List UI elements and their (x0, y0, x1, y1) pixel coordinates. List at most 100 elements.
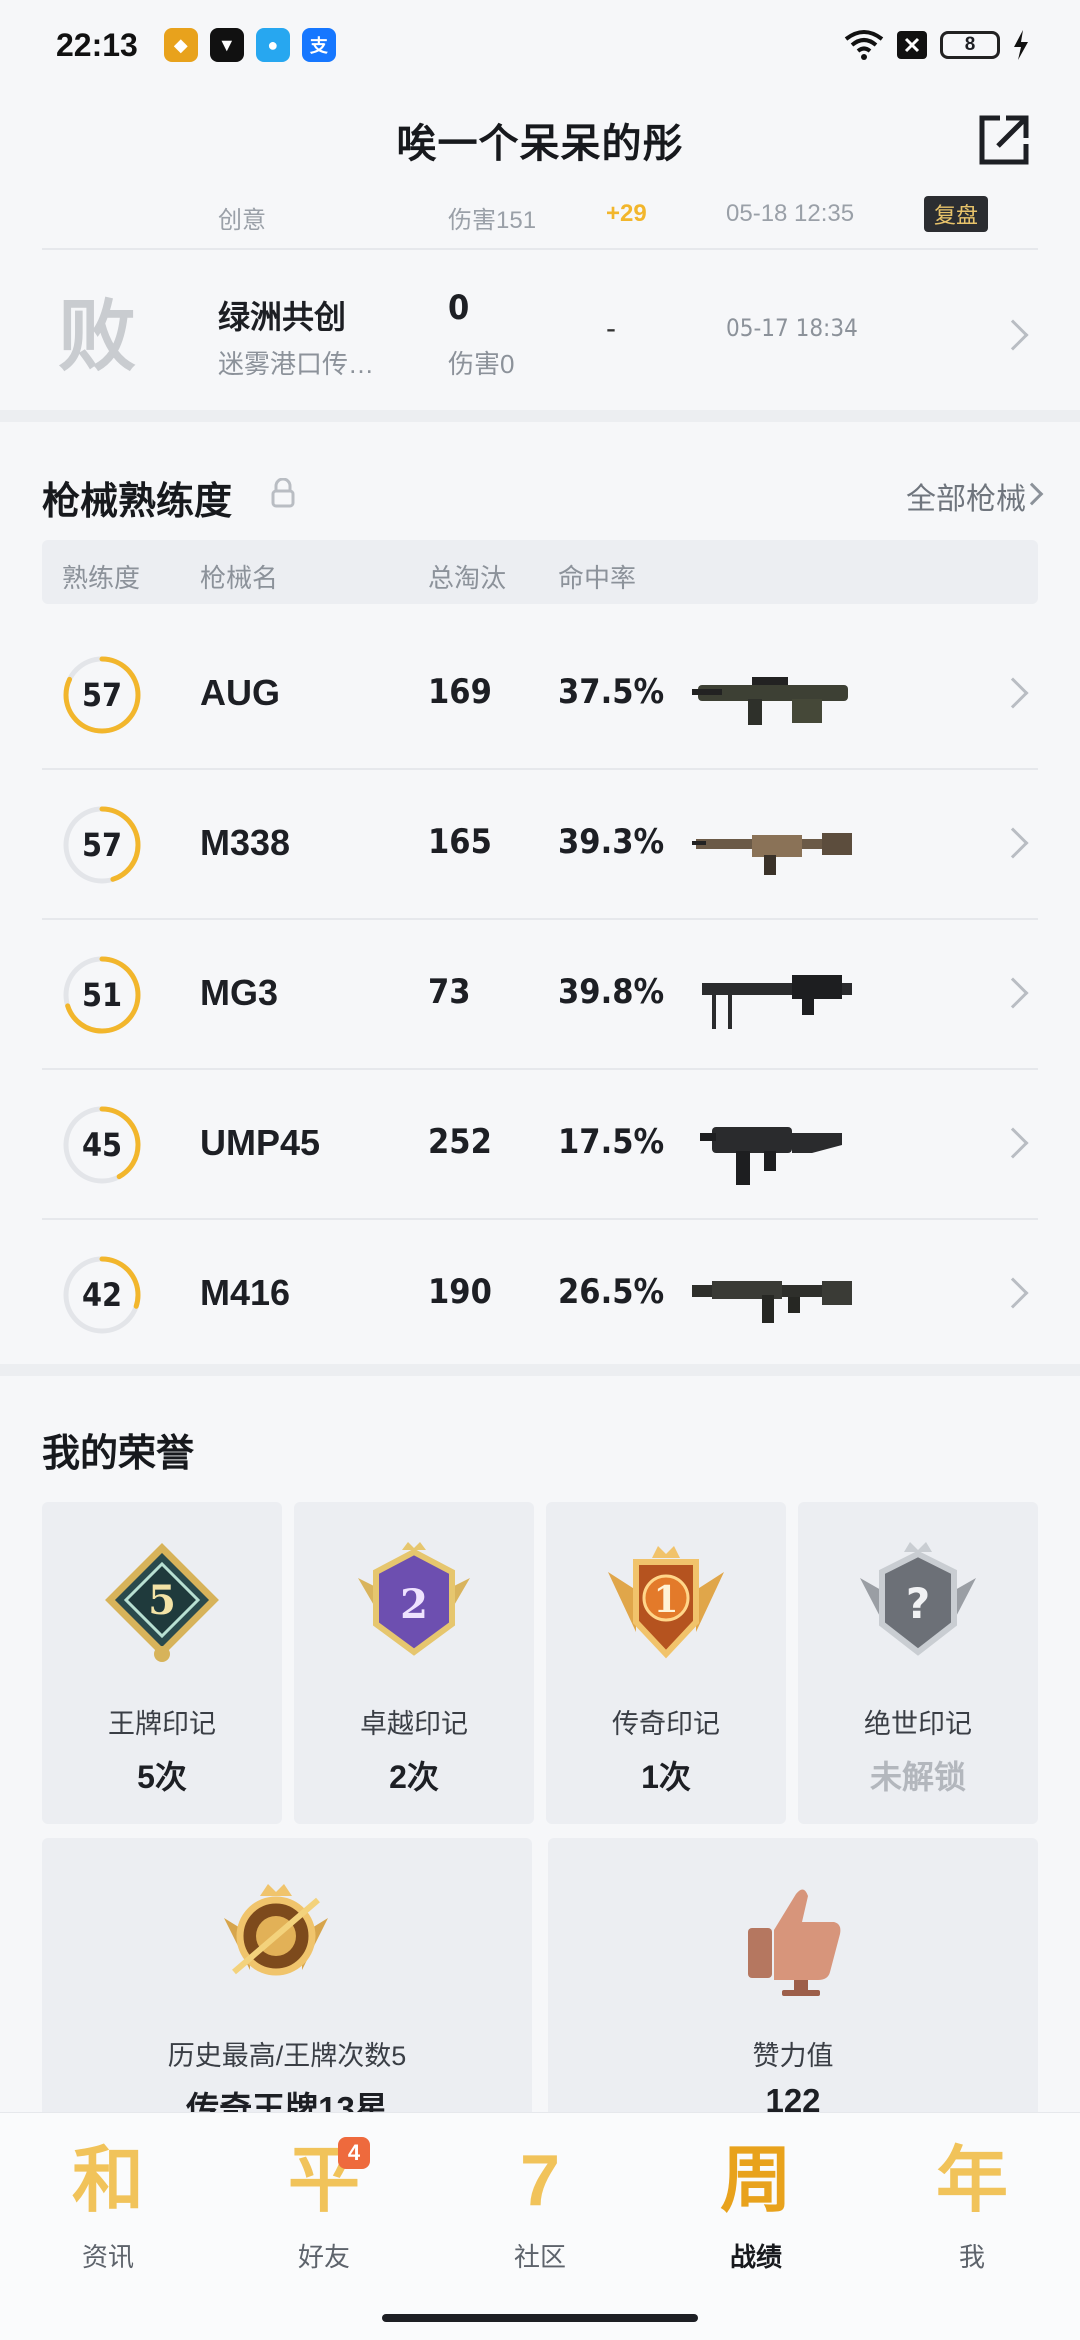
battery-indicator: 8 (940, 31, 1000, 59)
weapon-row-mg3[interactable]: 51 MG3 73 39.8% (42, 920, 1038, 1070)
game-app-icon: ◆ (163, 28, 198, 62)
nav-tab-friends[interactable]: 平 4 好友 (254, 2137, 394, 2307)
match-row-partial[interactable]: 创意 伤害151 +29 05-18 12:35 复盘 (42, 190, 1038, 250)
weapon-row-ump45[interactable]: 45 UMP45 252 17.5% (42, 1070, 1038, 1220)
match-row[interactable]: 败 绿洲共创 迷雾港口传… 0 伤害0 - 05-17 18:34 (42, 262, 1038, 410)
weapon-image-icon (692, 1281, 852, 1323)
weapon-image-icon (702, 975, 852, 1029)
nav-label: 社区 (513, 2242, 566, 2272)
honor-count: 2次 (389, 1759, 439, 1795)
community-tab-icon: 7 (519, 2141, 561, 2221)
page-header: 唉一个呆呆的彤 (0, 90, 1080, 190)
chevron-right-icon (997, 977, 1029, 1009)
honor-count: 5次 (137, 1759, 187, 1795)
weapon-accuracy: 26.5% (558, 1272, 665, 1312)
honor-count: 未解锁 (869, 1759, 966, 1795)
home-indicator[interactable] (382, 2314, 698, 2322)
chevron-right-icon (997, 677, 1029, 709)
likes-card[interactable]: 赞力值 122 (548, 1838, 1038, 2138)
page-title: 唉一个呆呆的彤 (396, 122, 684, 166)
nav-tab-news[interactable]: 和 资讯 (38, 2137, 178, 2307)
section-divider (0, 1364, 1080, 1376)
crown-ace-emblem-icon (224, 1884, 328, 1976)
ace-emblem-icon: 5 (105, 1543, 219, 1662)
weapon-row-m416[interactable]: 42 M416 190 26.5% (42, 1220, 1038, 1370)
highest-rank-label: 历史最高/王牌次数5 (167, 2041, 407, 2071)
match-map: 迷雾港口传… (218, 349, 375, 379)
match-map-partial: 创意 (218, 207, 266, 234)
weapon-accuracy: 39.3% (558, 822, 665, 862)
nav-tab-me[interactable]: 年 我 (902, 2137, 1042, 2307)
honor-label: 卓越印记 (360, 1709, 468, 1739)
lock-icon (271, 478, 295, 508)
match-rating-delta: - (606, 312, 616, 345)
thumbs-up-icon (748, 1889, 841, 1996)
svg-text:?: ? (906, 1579, 930, 1628)
match-time-partial: 05-18 12:35 (726, 200, 855, 227)
charging-bolt-icon (1014, 30, 1028, 60)
excellence-emblem-icon: 2 (358, 1542, 470, 1656)
weapon-name: AUG (200, 672, 280, 713)
weapon-row-m338[interactable]: 57 M338 165 39.3% (42, 770, 1038, 920)
weapon-name: MG3 (200, 972, 279, 1013)
weapon-kills: 73 (428, 972, 471, 1012)
weapon-image-icon (692, 833, 852, 875)
match-history: 创意 伤害151 +29 05-18 12:35 复盘 败 绿洲共创 迷雾港口传… (0, 190, 1080, 410)
weapon-name: UMP45 (200, 1122, 321, 1163)
match-damage-partial: 伤害151 (448, 207, 537, 234)
weapon-image-icon (700, 1127, 842, 1185)
weapon-kills: 165 (428, 822, 492, 862)
nav-label: 好友 (297, 2242, 350, 2272)
svg-text:1: 1 (653, 1579, 678, 1621)
status-bar: 22:13 ◆ ▼ ● 支 8 (0, 0, 1080, 90)
svg-text:5: 5 (148, 1577, 176, 1624)
section-divider (0, 410, 1080, 422)
replay-tag[interactable]: 复盘 (924, 196, 989, 232)
weapon-accuracy: 37.5% (558, 672, 665, 712)
weapon-image-icon (692, 677, 848, 725)
match-damage: 伤害0 (448, 349, 515, 379)
match-delta-partial: +29 (606, 200, 647, 227)
honor-count: 1次 (641, 1759, 691, 1795)
nav-tab-record[interactable]: 周 战绩 (686, 2137, 826, 2307)
honor-label: 绝世印记 (864, 1709, 972, 1739)
match-mode: 绿洲共创 (218, 299, 347, 335)
news-tab-icon: 和 (71, 2141, 144, 2221)
match-time: 05-17 18:34 (726, 314, 858, 342)
likes-label: 赞力值 (752, 2041, 834, 2071)
honor-card-excellence[interactable]: 2 卓越印记 2次 (294, 1502, 534, 1824)
weapon-accuracy: 17.5% (558, 1122, 665, 1162)
nav-label: 我 (958, 2242, 985, 2272)
weapon-name: M416 (200, 1272, 291, 1313)
notification-badge: 4 (338, 2137, 370, 2169)
honor-card-peerless[interactable]: ? 绝世印记 未解锁 (798, 1502, 1038, 1824)
honor-card-legend[interactable]: 1 传奇印记 1次 (546, 1502, 786, 1824)
all-weapons-link[interactable]: 全部枪械 (906, 474, 1026, 518)
alipay-icon: 支 (301, 28, 336, 62)
match-kills: 0 (448, 288, 470, 328)
legend-emblem-icon: 1 (608, 1546, 724, 1659)
honor-label: 传奇印记 (612, 1709, 720, 1739)
battery-level: 8 (964, 34, 976, 55)
highest-rank-card[interactable]: 历史最高/王牌次数5 传奇王牌13星 (42, 1838, 532, 2138)
shield-app-icon: ▼ (209, 28, 244, 62)
mastery-level: 45 (81, 1126, 123, 1164)
peerless-emblem-icon: ? (860, 1542, 976, 1656)
weapon-name: M338 (200, 822, 291, 863)
mastery-level: 57 (81, 826, 123, 864)
weapon-proficiency-section: 枪械熟练度 全部枪械 熟练度 枪械名 总淘汰 命中率 57 AUG 169 37.5%… (0, 422, 1080, 1370)
mastery-level: 57 (81, 676, 123, 714)
col-mastery: 熟练度 (62, 563, 141, 593)
honor-card-ace[interactable]: 5 王牌印记 5次 (42, 1502, 282, 1824)
share-icon[interactable] (972, 108, 1036, 172)
nav-tab-community[interactable]: 7 社区 (470, 2137, 610, 2307)
wifi-icon (844, 30, 884, 60)
record-tab-icon: 周 (719, 2141, 792, 2221)
weapon-accuracy: 39.8% (558, 972, 665, 1012)
chevron-right-icon (997, 319, 1029, 351)
weapon-row-aug[interactable]: 57 AUG 169 37.5% (42, 620, 1038, 770)
weapon-kills: 169 (428, 672, 492, 712)
lose-badge: 败 (57, 292, 136, 380)
mastery-level: 51 (81, 976, 123, 1014)
honors-section: 我的荣誉 5 王牌印记 5次 2 卓越印记 2次 1 传奇印记 1次 ? 绝世印… (0, 1382, 1080, 2142)
